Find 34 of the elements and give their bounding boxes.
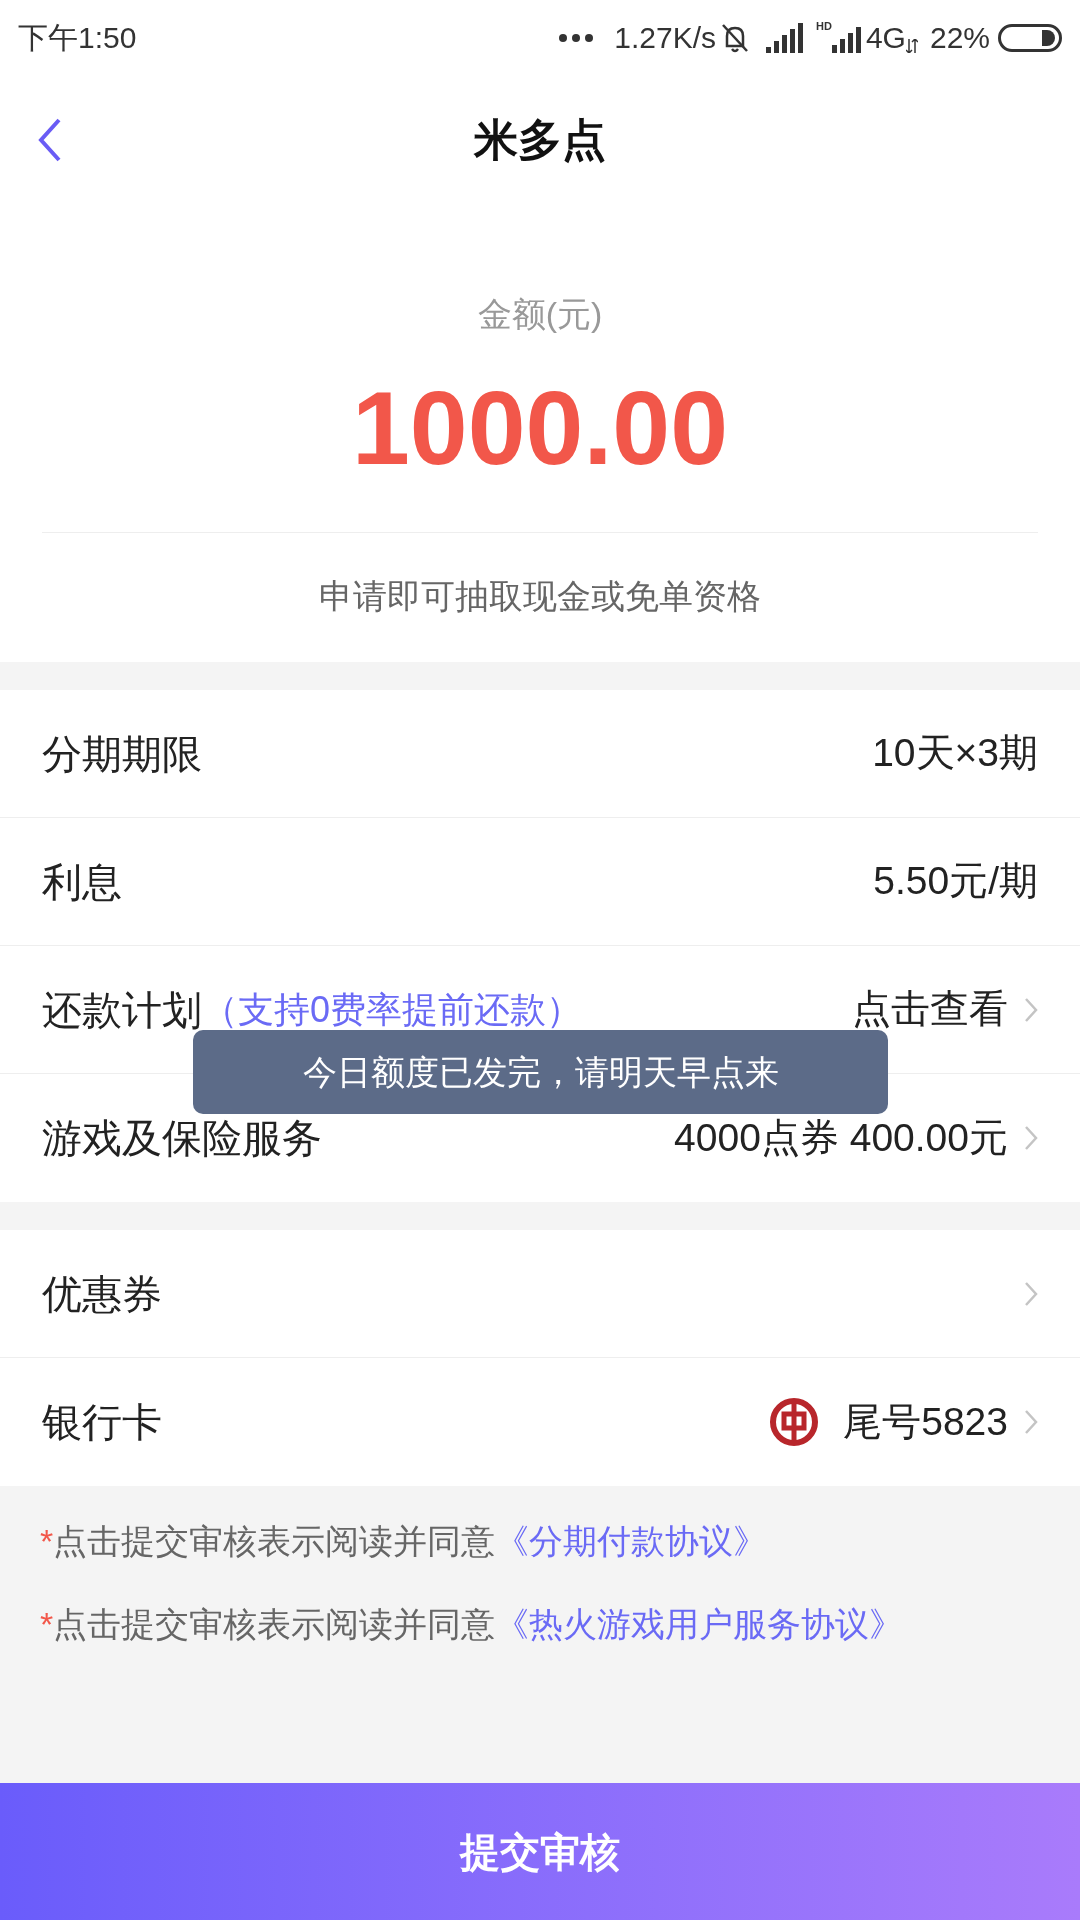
agreement-link[interactable]: 《分期付款协议》 <box>495 1522 768 1560</box>
row-label: 分期期限 <box>42 730 202 778</box>
status-time: 下午1:50 <box>18 20 137 56</box>
chevron-icon <box>1024 1125 1038 1151</box>
more-dots-icon <box>558 32 595 43</box>
data-arrows-icon <box>905 39 918 53</box>
amount-label: 金额(元) <box>477 294 603 335</box>
battery-percent: 22% <box>929 20 990 56</box>
row-label: 利息 <box>42 858 122 906</box>
row-label: 游戏及保险服务 <box>42 1115 322 1162</box>
hd-label: HD <box>816 19 832 34</box>
amount-value: 1000.00 <box>352 376 728 480</box>
back-icon <box>38 118 62 162</box>
agreement-text: *点击提交审核表示阅读并同意《热火游戏用户服务协议》 <box>40 1604 905 1645</box>
chevron-icon <box>1024 1280 1038 1307</box>
submit-button[interactable]: 提交审核 <box>0 1783 1080 1920</box>
row-note: （支持0费率提前还款） <box>202 987 583 1032</box>
chevron-icon <box>1024 1409 1038 1435</box>
signal-icon <box>766 22 805 53</box>
agreement-text: *点击提交审核表示阅读并同意《分期付款协议》 <box>40 1521 769 1562</box>
page-title: 米多点 <box>474 114 606 166</box>
row-value: 5.50元/期 <box>873 858 1038 905</box>
row-value: 10天×3期 <box>872 730 1038 777</box>
agreement-link[interactable]: 《热火游戏用户服务协议》 <box>495 1605 904 1643</box>
amount-hint: 申请即可抽取现金或免单资格 <box>319 576 761 617</box>
row-label: 银行卡 <box>42 1399 162 1446</box>
row-value[interactable]: 尾号5823 <box>843 1392 1008 1452</box>
battery-icon <box>998 23 1062 52</box>
chevron-icon <box>1024 996 1038 1023</box>
row-label: 优惠券 <box>42 1270 162 1318</box>
network-type: 4G <box>865 20 906 56</box>
network-speed: 1.27K/s <box>614 20 717 56</box>
limit-toast: 今日额度已发完，请明天早点来 <box>193 1030 888 1114</box>
bank-logo-icon <box>769 1397 820 1447</box>
